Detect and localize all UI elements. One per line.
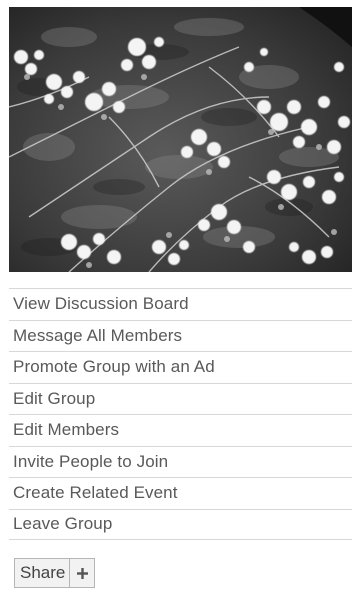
action-edit-group[interactable]: Edit Group [9, 382, 352, 415]
action-label[interactable]: Invite People to Join [13, 452, 168, 472]
group-actions-menu: View Discussion Board Message All Member… [9, 288, 352, 540]
plus-icon [76, 567, 88, 579]
action-label[interactable]: Leave Group [13, 514, 112, 534]
share-control: Share [14, 558, 96, 588]
group-sidebar: View Discussion Board Message All Member… [0, 0, 352, 590]
share-button[interactable]: Share [15, 559, 69, 587]
action-label[interactable]: View Discussion Board [13, 294, 189, 314]
action-message-all-members[interactable]: Message All Members [9, 319, 352, 352]
action-label[interactable]: Message All Members [13, 326, 182, 346]
flower-branches-image [9, 7, 352, 272]
share-more-button[interactable] [69, 559, 94, 587]
action-view-discussion-board[interactable]: View Discussion Board [9, 288, 352, 320]
action-invite-people[interactable]: Invite People to Join [9, 445, 352, 478]
group-photo[interactable] [9, 7, 352, 272]
action-label[interactable]: Promote Group with an Ad [13, 357, 215, 377]
action-create-related-event[interactable]: Create Related Event [9, 477, 352, 509]
action-promote-group[interactable]: Promote Group with an Ad [9, 351, 352, 383]
action-label[interactable]: Edit Members [13, 420, 119, 440]
action-label[interactable]: Create Related Event [13, 483, 178, 503]
action-edit-members[interactable]: Edit Members [9, 414, 352, 446]
action-label[interactable]: Edit Group [13, 389, 95, 409]
action-leave-group[interactable]: Leave Group [9, 508, 352, 540]
